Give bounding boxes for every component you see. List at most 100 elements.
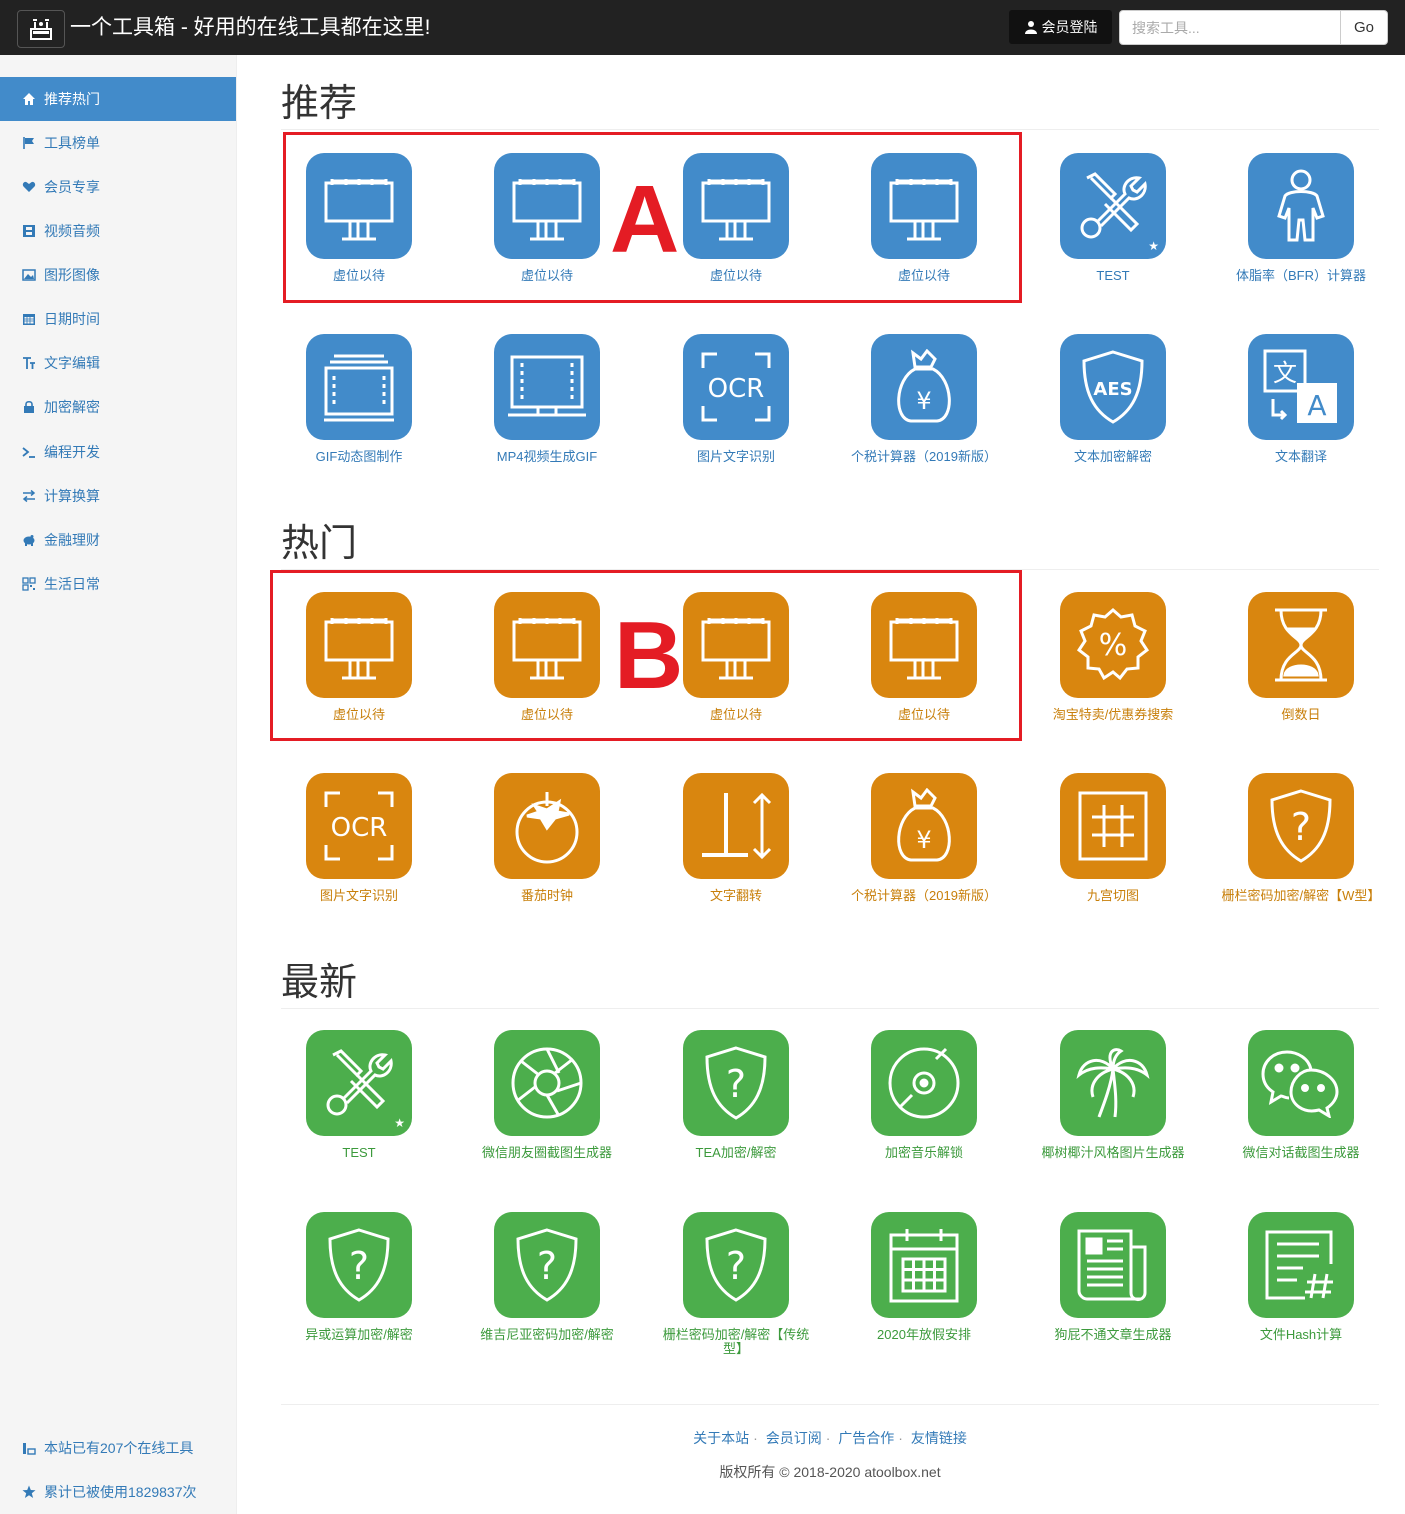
tool-card[interactable]: ★ TEST: [269, 1030, 449, 1160]
discount-badge-icon[interactable]: %: [1060, 592, 1166, 698]
search-input[interactable]: [1119, 10, 1341, 45]
tool-card[interactable]: 狗屁不通文章生成器: [1023, 1212, 1203, 1342]
footer-link-subscribe[interactable]: 会员订阅: [766, 1430, 822, 1446]
tool-label[interactable]: TEA加密/解密: [646, 1146, 826, 1160]
tools-icon[interactable]: ★: [306, 1030, 412, 1136]
tool-label[interactable]: 栅栏密码加密/解密【W型】: [1211, 889, 1391, 903]
tool-card[interactable]: OCR 图片文字识别: [646, 334, 826, 464]
question-shield-icon[interactable]: ?: [1248, 773, 1354, 879]
site-title[interactable]: 一个工具箱 - 好用的在线工具都在这里!: [70, 14, 431, 42]
tool-label[interactable]: 栅栏密码加密/解密【传统型】: [646, 1328, 826, 1356]
disc-icon[interactable]: [871, 1030, 977, 1136]
tool-card[interactable]: 微信朋友圈截图生成器: [457, 1030, 637, 1160]
tool-label[interactable]: 文本加密解密: [1023, 450, 1203, 464]
tool-label[interactable]: 图片文字识别: [269, 889, 449, 903]
sidebar-item-ranking[interactable]: 工具榜单: [0, 121, 236, 165]
tool-label[interactable]: 体脂率（BFR）计算器: [1211, 269, 1391, 283]
money-bag-icon[interactable]: ¥: [871, 773, 977, 879]
tool-label[interactable]: 2020年放假安排: [834, 1328, 1014, 1342]
translate-icon[interactable]: 文 A: [1248, 334, 1354, 440]
aperture-icon[interactable]: [494, 1030, 600, 1136]
tool-card[interactable]: 倒数日: [1211, 592, 1391, 722]
tool-card[interactable]: 微信对话截图生成器: [1211, 1030, 1391, 1160]
hourglass-icon[interactable]: [1248, 592, 1354, 698]
tool-label[interactable]: 文字翻转: [646, 889, 826, 903]
tool-label[interactable]: 个税计算器（2019新版）: [834, 450, 1014, 464]
tool-card[interactable]: 加密音乐解锁: [834, 1030, 1014, 1160]
tool-card[interactable]: 文件Hash计算: [1211, 1212, 1391, 1342]
sidebar-item-finance[interactable]: 金融理财: [0, 518, 236, 562]
sidebar-item-recommend[interactable]: 推荐热门: [0, 77, 236, 121]
tool-label[interactable]: 狗屁不通文章生成器: [1023, 1328, 1203, 1342]
tool-card[interactable]: GIF动态图制作: [269, 334, 449, 464]
sidebar-item-dev[interactable]: 编程开发: [0, 430, 236, 474]
body-icon[interactable]: [1248, 153, 1354, 259]
sidebar-item-image[interactable]: 图形图像: [0, 253, 236, 297]
tool-card[interactable]: 椰树椰汁风格图片生成器: [1023, 1030, 1203, 1160]
footer-link-friends[interactable]: 友情链接: [911, 1430, 967, 1446]
tool-label[interactable]: MP4视频生成GIF: [457, 450, 637, 464]
tool-label[interactable]: 异或运算加密/解密: [269, 1328, 449, 1342]
tool-label[interactable]: 文本翻译: [1211, 450, 1391, 464]
text-flip-icon[interactable]: [683, 773, 789, 879]
tool-label[interactable]: TEST: [269, 1146, 449, 1160]
footer-link-ads[interactable]: 广告合作: [838, 1430, 894, 1446]
tool-label[interactable]: 番茄时钟: [457, 889, 637, 903]
tool-card[interactable]: ¥ 个税计算器（2019新版）: [834, 773, 1014, 903]
tool-card[interactable]: ? TEA加密/解密: [646, 1030, 826, 1160]
tool-label[interactable]: GIF动态图制作: [269, 450, 449, 464]
tool-card[interactable]: ¥ 个税计算器（2019新版）: [834, 334, 1014, 464]
tool-card[interactable]: 2020年放假安排: [834, 1212, 1014, 1342]
tool-label[interactable]: 个税计算器（2019新版）: [834, 889, 1014, 903]
palm-tree-icon[interactable]: [1060, 1030, 1166, 1136]
tool-card[interactable]: 番茄时钟: [457, 773, 637, 903]
tool-card[interactable]: 体脂率（BFR）计算器: [1211, 153, 1391, 283]
tomato-icon[interactable]: [494, 773, 600, 879]
tool-card[interactable]: 文字翻转: [646, 773, 826, 903]
tool-label[interactable]: 图片文字识别: [646, 450, 826, 464]
question-shield-icon[interactable]: ?: [683, 1212, 789, 1318]
money-bag-icon[interactable]: ¥: [871, 334, 977, 440]
tool-label[interactable]: 椰树椰汁风格图片生成器: [1023, 1146, 1203, 1160]
login-button[interactable]: 会员登陆: [1009, 10, 1112, 44]
tool-label[interactable]: 微信对话截图生成器: [1211, 1146, 1391, 1160]
ocr-icon[interactable]: OCR: [683, 334, 789, 440]
tool-card[interactable]: ? 异或运算加密/解密: [269, 1212, 449, 1342]
tool-label[interactable]: 九宫切图: [1023, 889, 1203, 903]
sidebar-item-member[interactable]: 会员专享: [0, 165, 236, 209]
toolbox-logo-icon[interactable]: [17, 10, 65, 48]
tool-card[interactable]: OCR 图片文字识别: [269, 773, 449, 903]
go-button[interactable]: Go: [1340, 10, 1388, 45]
tool-card[interactable]: AES 文本加密解密: [1023, 334, 1203, 464]
gif-film-icon[interactable]: [306, 334, 412, 440]
tool-label[interactable]: 维吉尼亚密码加密/解密: [457, 1328, 637, 1342]
tool-label[interactable]: TEST: [1023, 269, 1203, 283]
sidebar-item-calc[interactable]: 计算换算: [0, 474, 236, 518]
grid-icon[interactable]: [1060, 773, 1166, 879]
sidebar-item-video[interactable]: 视频音频: [0, 209, 236, 253]
sidebar-item-datetime[interactable]: 日期时间: [0, 297, 236, 341]
question-shield-icon[interactable]: ?: [306, 1212, 412, 1318]
tool-card[interactable]: ? 维吉尼亚密码加密/解密: [457, 1212, 637, 1342]
tool-card[interactable]: ★ TEST: [1023, 153, 1203, 283]
sidebar-item-crypto[interactable]: 加密解密: [0, 385, 236, 429]
tool-label[interactable]: 文件Hash计算: [1211, 1328, 1391, 1342]
tool-card[interactable]: ? 栅栏密码加密/解密【传统型】: [646, 1212, 826, 1356]
tool-card[interactable]: % 淘宝特卖/优惠券搜索: [1023, 592, 1203, 722]
aes-shield-icon[interactable]: AES: [1060, 334, 1166, 440]
ocr-icon[interactable]: OCR: [306, 773, 412, 879]
tool-label[interactable]: 微信朋友圈截图生成器: [457, 1146, 637, 1160]
tool-label[interactable]: 加密音乐解锁: [834, 1146, 1014, 1160]
tool-card[interactable]: 九宫切图: [1023, 773, 1203, 903]
hash-doc-icon[interactable]: [1248, 1212, 1354, 1318]
tool-label[interactable]: 倒数日: [1211, 708, 1391, 722]
tool-card[interactable]: ? 栅栏密码加密/解密【W型】: [1211, 773, 1391, 903]
video-screen-icon[interactable]: [494, 334, 600, 440]
question-shield-icon[interactable]: ?: [494, 1212, 600, 1318]
sidebar-item-life[interactable]: 生活日常: [0, 562, 236, 606]
calendar-grid-icon[interactable]: [871, 1212, 977, 1318]
wechat-icon[interactable]: [1248, 1030, 1354, 1136]
sidebar-item-text[interactable]: 文字编辑: [0, 341, 236, 385]
tools-icon[interactable]: ★: [1060, 153, 1166, 259]
footer-link-about[interactable]: 关于本站: [693, 1430, 749, 1446]
